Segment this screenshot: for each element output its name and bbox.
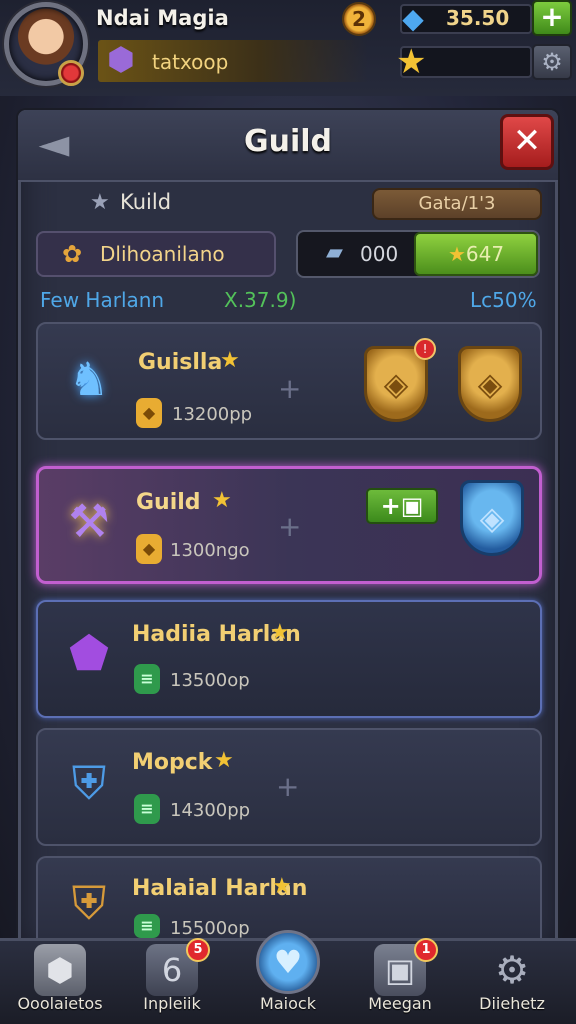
filter-percent: Lc50% — [470, 288, 537, 312]
guild-row-title: Mopck — [132, 750, 213, 775]
nav-badge: 1 — [414, 938, 438, 962]
player-name: Ndai Magia — [96, 6, 229, 30]
nav-label: Meegan — [368, 994, 432, 1013]
star-icon: ★ — [396, 42, 427, 82]
panel-title: Guild — [243, 124, 333, 159]
guild-row-points: 1300ngo — [170, 540, 250, 561]
guild-name-icon: ✿ — [62, 240, 83, 268]
row-star-icon: ★ — [220, 348, 240, 373]
settings-gear-icon[interactable]: ⚙ — [532, 44, 572, 80]
row-star-icon: ★ — [272, 874, 292, 899]
row-plus-icon: + — [278, 372, 302, 405]
close-button[interactable]: ✕ — [500, 114, 554, 170]
nav-item-messages[interactable]: ▣ 1 Meegan — [348, 938, 452, 1022]
row-plus-icon: + — [276, 770, 300, 803]
guild-row-points: 13200pp — [172, 404, 253, 425]
row-star-icon: ★ — [212, 488, 232, 513]
star-score-value: 647 — [465, 242, 505, 266]
row-star-icon: ★ — [270, 620, 290, 645]
green-badge-icon: ≡ — [134, 914, 160, 938]
gold-badge-icon: ◆ — [136, 534, 162, 564]
gem-count: 35.50 — [446, 6, 510, 30]
gem-icon: ◆ — [402, 2, 424, 35]
stone-shield-icon: ⬢ — [34, 944, 86, 996]
gold-shield-icon[interactable]: ◈ — [458, 346, 522, 422]
purple-gem-emblem-icon: ⬟ — [69, 626, 109, 680]
add-member-button[interactable]: +▣ — [366, 488, 438, 524]
score-star-icon: ★ — [447, 242, 466, 266]
green-badge-icon: ≡ — [134, 664, 160, 694]
filter-label[interactable]: Few Harlann — [40, 288, 164, 312]
rank-star-icon: ★ — [90, 190, 110, 215]
nav-item-upgrade[interactable]: 6 5 Inpleiik — [120, 938, 224, 1022]
rank-label: Kuild — [120, 190, 172, 214]
star-score-button[interactable]: ★647 — [414, 232, 538, 276]
green-badge-icon: ≡ — [134, 794, 160, 824]
card-icon: ▰ — [326, 240, 343, 265]
nav-item-main[interactable]: ♥ Maiock — [236, 930, 340, 1022]
guild-row-points: 14300pp — [170, 800, 251, 821]
level-badge: 2 — [342, 2, 376, 36]
gear-icon: ⚙ — [494, 948, 530, 992]
nav-label: Maiock — [260, 994, 316, 1013]
filter-stat: X.37.9) — [224, 288, 297, 312]
guild-row-points: 13500op — [170, 670, 250, 691]
guild-row-title: Guislla — [138, 350, 223, 375]
nav-badge: 5 — [186, 938, 210, 962]
nav-item-settings[interactable]: ⚙ Diiehetz — [460, 944, 564, 1022]
blue-shield-emblem-icon: ⛨ — [71, 756, 107, 810]
nav-item-home[interactable]: ⬢ Ooolaietos — [8, 944, 112, 1022]
gold-badge-icon: ◆ — [136, 398, 162, 428]
nav-label: Inpleiik — [143, 994, 201, 1013]
notification-dot-icon: ! — [414, 338, 436, 360]
avatar-rank-badge-icon — [58, 60, 84, 86]
buy-gems-button[interactable]: + — [532, 0, 572, 36]
guild-chip-label: tatxoop — [152, 50, 229, 74]
gold-shield-emblem-icon: ⛨ — [71, 876, 107, 930]
guild-name-value: Dlihoanilano — [100, 242, 225, 266]
blue-shield-nav-icon: ♥ — [256, 930, 320, 994]
guild-emblem-icon: ⬢ — [107, 40, 135, 78]
blue-shield-icon[interactable]: ◈ — [460, 480, 524, 556]
guild-row-points: 15500op — [170, 918, 250, 939]
nav-label: Ooolaietos — [17, 994, 103, 1013]
row-plus-icon: + — [278, 510, 302, 543]
guild-row-title: Guild — [136, 490, 201, 515]
nav-label: Diiehetz — [479, 994, 545, 1013]
knight-emblem-icon: ♞ — [68, 352, 110, 406]
member-count-value: 000 — [360, 242, 399, 266]
row-star-icon: ★ — [214, 748, 234, 773]
rank-pill[interactable]: Gata/1'3 — [372, 188, 542, 220]
hammer-emblem-icon: ⚒ — [68, 494, 110, 548]
